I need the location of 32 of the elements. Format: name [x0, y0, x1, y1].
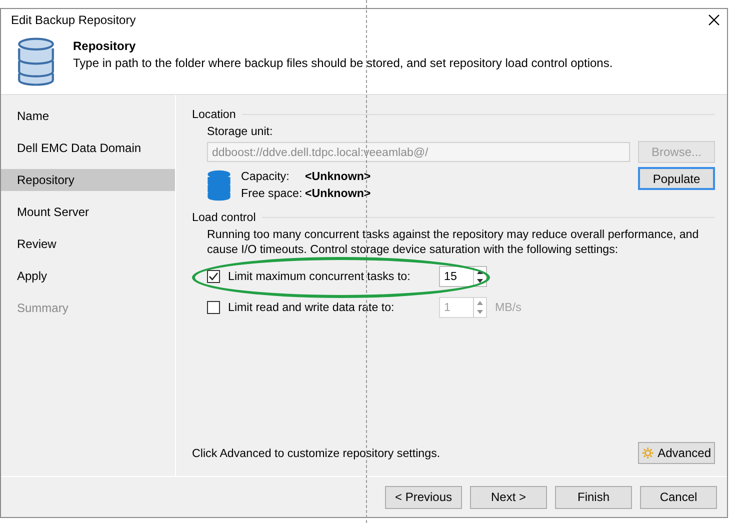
wizard-button[interactable]: Finish — [555, 486, 632, 508]
header-description: Type in path to the folder where backup files should be stored, and set repository load control options. — [73, 56, 613, 70]
header-title: Repository — [73, 39, 137, 53]
section-heading: Load control — [192, 211, 256, 224]
database-icon — [17, 35, 55, 87]
wizard-button[interactable]: < Previous — [385, 486, 462, 508]
checkbox[interactable] — [207, 301, 220, 314]
unit-label: MB/s — [495, 301, 522, 314]
wizard-button[interactable]: Next > — [470, 486, 547, 508]
wizard-step[interactable]: Review — [1, 233, 175, 255]
capacity-value: <Unknown> — [305, 170, 371, 183]
populate-button[interactable]: Populate — [638, 167, 715, 190]
wizard-step[interactable]: Mount Server — [1, 201, 175, 223]
free-space-value: <Unknown> — [305, 187, 371, 200]
wizard-button[interactable]: Cancel — [640, 486, 717, 508]
capacity-label: Capacity: — [241, 170, 290, 183]
checkbox-label: Limit maximum concurrent tasks to: — [228, 270, 412, 283]
wizard-step[interactable]: Apply — [1, 265, 175, 287]
advanced-button[interactable]: Advanced — [638, 442, 715, 464]
number-spinner[interactable]: 15 — [439, 266, 487, 287]
wizard-step[interactable]: Name — [1, 105, 175, 127]
load-control-description: Running too many concurrent tasks against the repository may reduce overall performance, and cause I/O timeouts. Control storage device saturation with the following settings: — [207, 228, 699, 256]
wizard-step[interactable]: Repository — [1, 169, 175, 191]
field-label: Storage unit: — [207, 125, 273, 138]
database-icon — [207, 169, 231, 201]
close-icon[interactable] — [707, 13, 721, 27]
advanced-hint: Click Advanced to customize repository settings. — [192, 446, 440, 460]
wizard-step[interactable]: Dell EMC Data Domain — [1, 137, 175, 159]
free-space-label: Free space: — [241, 187, 304, 200]
checkbox[interactable] — [207, 270, 220, 283]
section-heading: Location — [192, 108, 236, 121]
window-title: Edit Backup Repository — [11, 13, 136, 27]
